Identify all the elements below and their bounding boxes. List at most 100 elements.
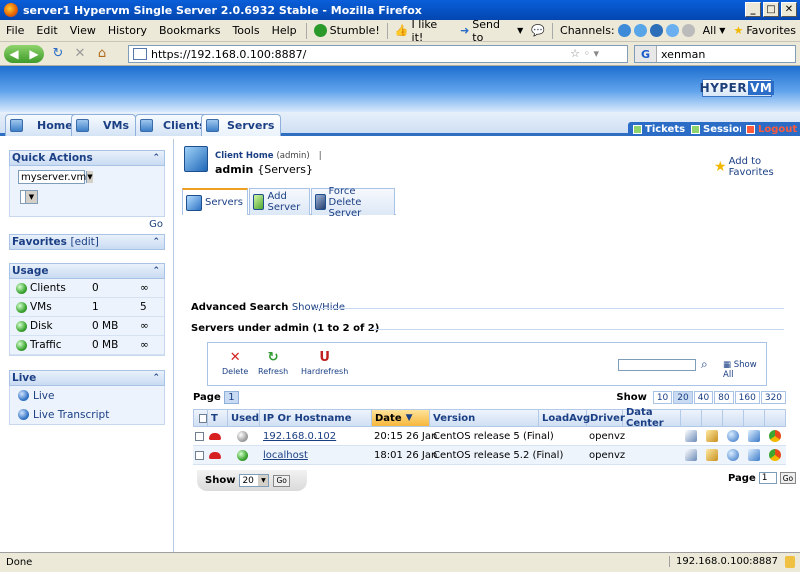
row-checkbox[interactable] <box>195 431 204 441</box>
status-grey-icon <box>237 430 248 442</box>
usage-header[interactable]: Usage ⌃ <box>9 263 165 279</box>
usage-used: 0 MB <box>92 339 119 351</box>
bookmark-star-icon[interactable]: ☆ ◦ ▾ <box>570 47 599 60</box>
channel-icon[interactable] <box>633 24 647 37</box>
add-to-favorites-link[interactable]: ★ Add to Favorites <box>714 156 800 178</box>
collapse-icon[interactable]: ⌃ <box>152 153 160 163</box>
header-loadavg[interactable]: LoadAvg <box>539 410 590 426</box>
globe-icon[interactable] <box>617 24 631 37</box>
tab-home[interactable]: Home <box>5 114 80 136</box>
back-forward-button[interactable]: ◀ ▶ <box>4 44 44 63</box>
page-size-option[interactable]: 160 <box>734 391 760 404</box>
menu-history[interactable]: History <box>102 24 153 37</box>
all-button[interactable]: All ▼ <box>699 24 730 37</box>
header-used[interactable]: Used <box>228 410 260 426</box>
url-bar[interactable]: https://192.168.0.100:8887/ ☆ ◦ ▾ <box>128 45 628 63</box>
tab-servers[interactable]: Servers <box>201 114 282 136</box>
page-size-option-selected[interactable]: 20 <box>673 391 693 404</box>
grid-search-input[interactable] <box>618 359 696 371</box>
page-size-option[interactable]: 40 <box>693 391 714 404</box>
header-version[interactable]: Version <box>430 410 539 426</box>
collapse-icon[interactable]: ⌃ <box>152 373 160 383</box>
back-arrow-icon[interactable]: ◀ <box>9 47 18 61</box>
quick-actions-go[interactable]: Go <box>9 219 165 230</box>
forward-arrow-icon[interactable]: ▶ <box>29 47 38 61</box>
channel-icon[interactable] <box>665 24 679 37</box>
host-link[interactable]: 192.168.0.102 <box>263 427 336 445</box>
footer-go-button[interactable]: Go <box>273 474 290 487</box>
header-date[interactable]: Date ▼ <box>372 410 430 426</box>
comment-button[interactable]: 💬 <box>527 24 549 37</box>
pie-icon[interactable] <box>769 446 781 464</box>
header-select-all[interactable] <box>194 410 208 426</box>
page-size-option[interactable]: 10 <box>652 391 673 404</box>
logout-link[interactable]: Logout <box>741 122 800 136</box>
collapse-icon[interactable]: ⌃ <box>152 237 160 247</box>
stop-icon[interactable]: ✕ <box>70 45 90 63</box>
graph-icon[interactable] <box>685 446 697 464</box>
channel-icon[interactable] <box>649 24 663 37</box>
favorites-edit-link[interactable]: [edit] <box>71 236 99 248</box>
like-button[interactable]: 👍 I like it! <box>391 18 456 44</box>
page-number[interactable]: 1 <box>224 391 239 404</box>
row-checkbox[interactable] <box>195 450 204 460</box>
delete-button[interactable]: ✕ Delete <box>222 351 248 376</box>
google-icon[interactable]: G <box>635 46 657 62</box>
header-driver[interactable]: Driver <box>587 410 625 426</box>
page-jump-input[interactable]: 1 <box>758 472 777 484</box>
favorites-button[interactable]: ★ Favorites <box>729 24 800 37</box>
tickets-link[interactable]: Tickets <box>628 122 691 136</box>
show-all-link[interactable]: ▦ Show All <box>723 360 766 380</box>
settings-icon[interactable] <box>706 427 718 445</box>
close-button[interactable]: ✕ <box>781 2 797 17</box>
menu-edit[interactable]: Edit <box>30 24 63 37</box>
graph-icon[interactable] <box>685 427 697 445</box>
search-icon[interactable]: ⌕ <box>701 357 708 372</box>
globe-search-icon[interactable] <box>727 446 739 464</box>
live-transcript-link[interactable]: Live Transcript <box>10 405 164 424</box>
live-header[interactable]: Live ⌃ <box>9 370 165 386</box>
settings-icon[interactable] <box>706 446 718 464</box>
host-link[interactable]: localhost <box>263 446 308 464</box>
pie-icon[interactable] <box>769 427 781 445</box>
maximize-button[interactable]: □ <box>763 2 779 17</box>
subtab-servers[interactable]: Servers <box>182 188 249 215</box>
server-select[interactable]: myserver.vm ▼ <box>18 170 93 184</box>
transcript-icon <box>18 409 29 420</box>
header-type[interactable]: T <box>208 410 228 426</box>
client-home-link[interactable]: Client Home <box>215 151 273 161</box>
stumble-button[interactable]: Stumble! <box>310 24 384 37</box>
collapse-icon[interactable]: ⌃ <box>152 266 160 276</box>
home-icon[interactable]: ⌂ <box>92 45 112 63</box>
favorites-header[interactable]: Favorites [edit] ⌃ <box>9 234 165 250</box>
subtab-add-server[interactable]: Add Server <box>249 188 310 215</box>
tag-icon[interactable] <box>681 24 695 37</box>
minimize-button[interactable]: _ <box>745 2 761 17</box>
refresh-button[interactable]: ↻ Refresh <box>258 351 288 376</box>
search-bar[interactable]: G xenman <box>634 45 796 63</box>
hardrefresh-button[interactable]: U Hardrefresh <box>301 351 348 376</box>
lock-icon[interactable] <box>785 556 795 568</box>
reload-icon[interactable]: ↻ <box>48 45 68 63</box>
tools-icon[interactable] <box>748 446 760 464</box>
tools-icon[interactable] <box>748 427 760 445</box>
send-to-button[interactable]: ➜ Send to ▼ <box>456 18 527 44</box>
page-jump-go-button[interactable]: Go <box>779 472 797 484</box>
globe-search-icon[interactable] <box>727 427 739 445</box>
menu-bookmarks[interactable]: Bookmarks <box>153 24 226 37</box>
page-size-option[interactable]: 80 <box>714 391 734 404</box>
subtab-force-delete-server[interactable]: Force Delete Server <box>310 186 395 219</box>
menu-file[interactable]: File <box>0 24 30 37</box>
header-ip-hostname[interactable]: IP Or Hostname <box>260 410 372 426</box>
tab-vms[interactable]: VMs <box>71 114 137 136</box>
page-size-option[interactable]: 320 <box>760 391 786 404</box>
select-all-checkbox[interactable] <box>199 413 207 423</box>
live-link[interactable]: Live <box>10 386 164 405</box>
menu-view[interactable]: View <box>64 24 102 37</box>
menu-tools[interactable]: Tools <box>226 24 265 37</box>
action-select[interactable]: ▼ <box>20 190 38 204</box>
footer-page-size-select[interactable]: 20 ▼ <box>239 474 270 487</box>
menu-help[interactable]: Help <box>266 24 303 37</box>
header-data-center[interactable]: Data Center <box>623 407 681 429</box>
quick-actions-header[interactable]: Quick Actions ⌃ <box>9 150 165 166</box>
